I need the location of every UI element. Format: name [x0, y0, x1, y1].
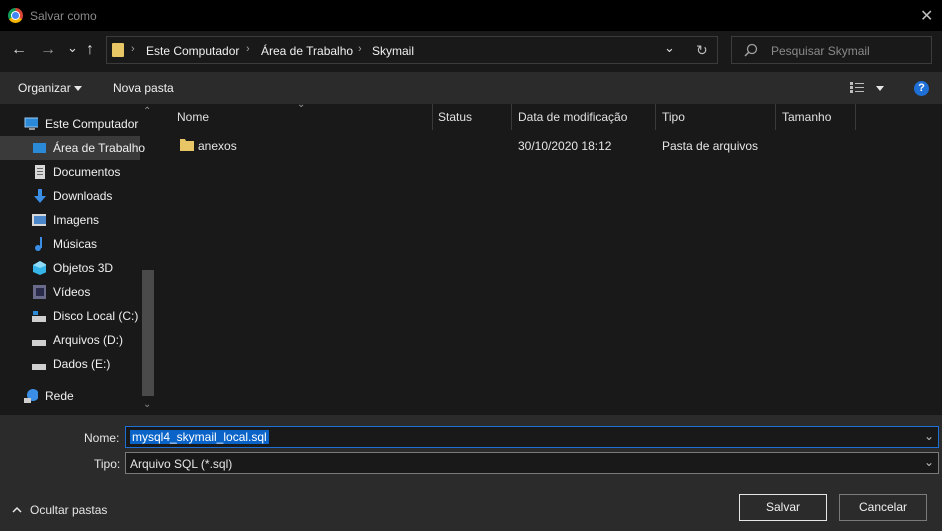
- sidebar-item-label: Disco Local (C:): [53, 309, 139, 323]
- images-icon: [32, 214, 46, 226]
- sidebar-item-disco-local-c[interactable]: Disco Local (C:): [0, 304, 140, 328]
- recent-locations-chevron-icon[interactable]: ⌄: [67, 40, 78, 56]
- sidebar-item-label: Área de Trabalho: [53, 141, 146, 155]
- address-dropdown-chevron-icon[interactable]: ⌄: [664, 40, 675, 56]
- name-label: Nome:: [84, 431, 120, 445]
- column-header-tipo[interactable]: Tipo: [662, 110, 685, 124]
- sidebar-item-label: Este Computador: [45, 117, 139, 131]
- window-title: Salvar como: [30, 9, 97, 23]
- filename-input[interactable]: mysql4_skymail_local.sql ⌄: [125, 426, 939, 448]
- cancel-button[interactable]: Cancelar: [839, 494, 927, 521]
- breadcrumb-este-computador[interactable]: Este Computador: [146, 44, 239, 58]
- file-type-value: Arquivo SQL (*.sql): [130, 457, 233, 471]
- title-bar: [0, 0, 942, 31]
- sidebar-item-imagens[interactable]: Imagens: [0, 208, 140, 232]
- help-icon[interactable]: ?: [914, 81, 929, 96]
- sidebar-item-label: Dados (E:): [53, 357, 111, 371]
- type-label: Tipo:: [94, 457, 121, 471]
- column-divider[interactable]: [655, 104, 656, 130]
- desktop-icon: [33, 143, 46, 153]
- new-folder-button[interactable]: Nova pasta: [113, 81, 174, 95]
- scroll-up-icon[interactable]: ⌃: [143, 106, 151, 117]
- organize-dropdown-icon: [74, 86, 82, 91]
- forward-icon[interactable]: →: [40, 41, 56, 59]
- breadcrumb-separator: ›: [358, 43, 362, 55]
- column-header-tamanho[interactable]: Tamanho: [782, 110, 831, 124]
- column-header-data-de-modificacao[interactable]: Data de modificação: [518, 110, 627, 124]
- sidebar-item-label: Objetos 3D: [53, 261, 114, 275]
- sidebar-item-objetos-3d[interactable]: Objetos 3D: [0, 256, 140, 280]
- breadcrumb-separator: ›: [246, 43, 250, 55]
- column-divider[interactable]: [855, 104, 856, 130]
- music-icon: [35, 237, 42, 251]
- column-header-nome[interactable]: Nome: [177, 110, 209, 124]
- view-options-icon[interactable]: [850, 82, 866, 94]
- sidebar-item-videos[interactable]: Vídeos: [0, 280, 140, 304]
- sidebar-item-label: Músicas: [53, 237, 98, 251]
- chevron-up-icon: [12, 506, 22, 513]
- network-icon: [24, 389, 38, 403]
- file-type: Pasta de arquivos: [662, 139, 759, 153]
- search-placeholder: Pesquisar Skymail: [771, 44, 870, 58]
- breadcrumb-area-de-trabalho[interactable]: Área de Trabalho: [261, 44, 353, 58]
- drive-e-icon: [32, 364, 46, 370]
- file-name: anexos: [198, 139, 237, 153]
- folder-icon: [112, 43, 124, 57]
- drive-d-icon: [32, 340, 46, 346]
- sidebar-item-downloads[interactable]: Downloads: [0, 184, 140, 208]
- chrome-icon: [8, 8, 23, 23]
- column-divider[interactable]: [775, 104, 776, 130]
- sidebar-item-label: Arquivos (D:): [53, 333, 124, 347]
- sidebar-item-label: Documentos: [53, 165, 121, 179]
- downloads-icon: [34, 189, 46, 203]
- back-icon[interactable]: ←: [11, 41, 27, 59]
- drive-c-icon: [32, 311, 46, 322]
- sidebar-item-rede[interactable]: Rede: [0, 384, 140, 408]
- search-icon: [744, 43, 758, 57]
- hide-folders-button[interactable]: Ocultar pastas: [10, 502, 120, 520]
- file-type-dropdown-chevron-icon[interactable]: ⌄: [924, 455, 934, 469]
- column-divider[interactable]: [432, 104, 433, 130]
- organize-button[interactable]: Organizar: [18, 81, 71, 95]
- folder-icon: [180, 139, 194, 151]
- sidebar-item-label: Imagens: [53, 213, 100, 227]
- sidebar-item-arquivos-d[interactable]: Arquivos (D:): [0, 328, 140, 352]
- scrollbar-thumb[interactable]: [142, 270, 154, 396]
- sidebar-item-area-de-trabalho[interactable]: Área de Trabalho: [0, 136, 145, 160]
- sidebar-item-label: Downloads: [53, 189, 113, 203]
- sidebar-item-musicas[interactable]: Músicas: [0, 232, 140, 256]
- file-type-select[interactable]: Arquivo SQL (*.sql) ⌄: [125, 452, 939, 474]
- up-folder-icon[interactable]: ↑: [86, 41, 94, 59]
- filename-value: mysql4_skymail_local.sql: [130, 430, 269, 444]
- breadcrumb-separator: ›: [131, 43, 135, 55]
- sidebar-item-label: Rede: [45, 389, 74, 403]
- videos-icon: [33, 285, 46, 299]
- sidebar-item-label: Vídeos: [53, 285, 91, 299]
- computer-icon: [24, 117, 38, 130]
- objects-3d-icon: [33, 261, 46, 275]
- filename-dropdown-chevron-icon[interactable]: ⌄: [924, 429, 934, 443]
- documents-icon: [35, 165, 45, 179]
- sidebar-item-documentos[interactable]: Documentos: [0, 160, 140, 184]
- file-modified: 30/10/2020 18:12: [518, 139, 612, 153]
- save-button[interactable]: Salvar: [739, 494, 827, 521]
- refresh-icon[interactable]: ↻: [696, 42, 708, 59]
- breadcrumb-skymail[interactable]: Skymail: [372, 44, 414, 58]
- hide-folders-label: Ocultar pastas: [30, 503, 108, 517]
- close-icon[interactable]: ✕: [920, 6, 933, 26]
- sort-indicator-icon: ⌄: [297, 99, 306, 110]
- view-dropdown-icon[interactable]: [876, 86, 884, 91]
- sidebar-item-este-computador[interactable]: Este Computador: [0, 112, 140, 136]
- column-divider[interactable]: [511, 104, 512, 130]
- sidebar-item-dados-e[interactable]: Dados (E:): [0, 352, 140, 376]
- scroll-down-icon[interactable]: ⌄: [143, 399, 151, 410]
- column-header-status[interactable]: Status: [438, 110, 472, 124]
- table-row[interactable]: anexos 30/10/2020 18:12 Pasta de arquivo…: [172, 133, 855, 157]
